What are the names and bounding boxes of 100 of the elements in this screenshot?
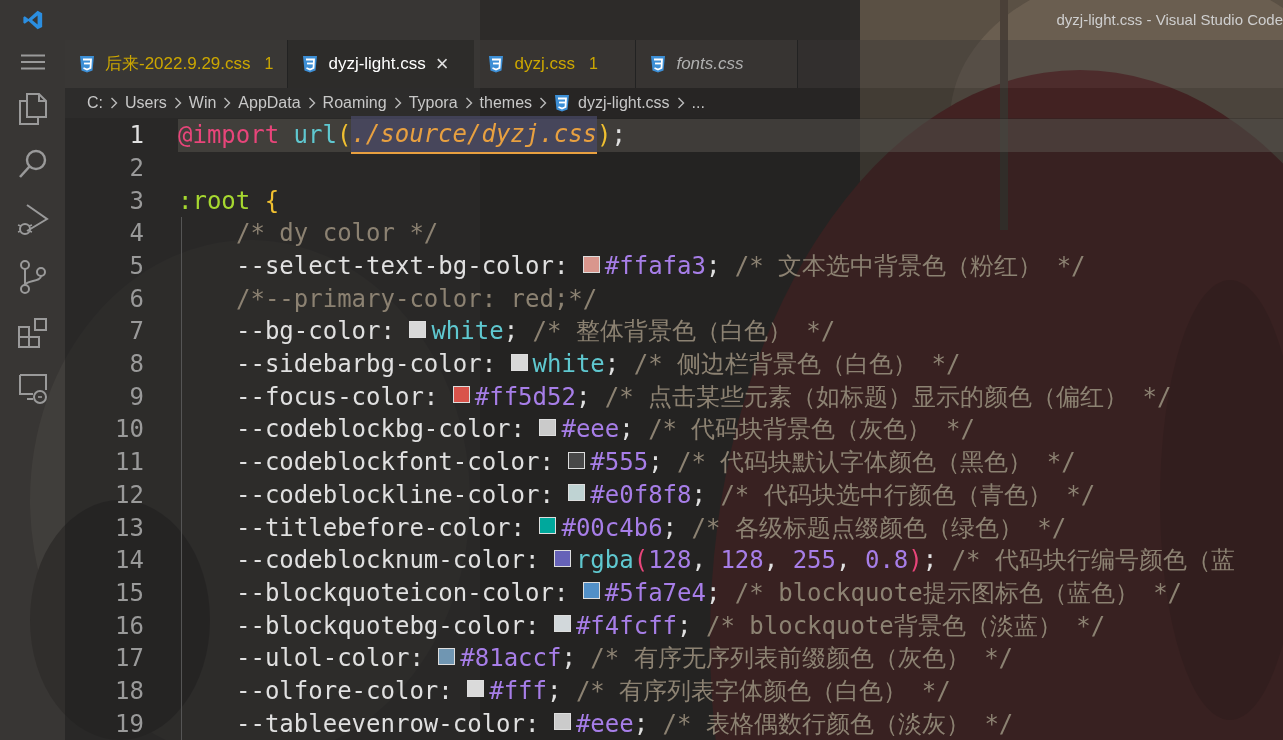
line-number: 5: [128, 251, 144, 283]
code-comment: /* 代码块选中行颜色（青色） */: [720, 479, 1096, 511]
remote-explorer-icon[interactable]: [16, 372, 49, 404]
code-token: 255: [792, 545, 837, 577]
chevron-icon: [223, 96, 232, 109]
code-token: --olfore-color:: [236, 675, 454, 707]
code-token: ): [908, 545, 923, 577]
code-token: url: [293, 120, 337, 152]
breadcrumb-item[interactable]: C:: [87, 90, 103, 115]
code-token: :root: [178, 185, 252, 217]
breadcrumb-item[interactable]: Typora: [408, 90, 458, 115]
css-file-icon: [79, 55, 95, 73]
code-token: #ffafa3: [604, 251, 706, 283]
branch-icon[interactable]: [18, 260, 47, 294]
code-token: 128: [648, 545, 692, 577]
problem-count: 1: [588, 54, 598, 74]
code-token: --blockquoteicon-color:: [236, 577, 570, 609]
code-token: --select-text-bg-color:: [236, 251, 570, 283]
code-comment: /* 侧边栏背景色（白色） */: [633, 349, 961, 381]
code-token: --codeblocknum-color:: [236, 545, 541, 577]
code-token: rgba: [575, 545, 634, 577]
code-token: --codeblockbg-color:: [236, 414, 526, 446]
code-token: 0.8: [864, 545, 909, 577]
line-number: 12: [114, 479, 144, 511]
code-token: #eee: [561, 414, 620, 446]
code-token: ,: [836, 545, 852, 577]
chevron-icon: [676, 96, 685, 109]
code-token: #f4fcff: [575, 610, 678, 642]
line-number: 18: [114, 675, 144, 707]
line-number: 9: [128, 381, 144, 413]
problem-count: 1: [264, 54, 274, 74]
code-token: --focus-color:: [236, 381, 440, 413]
code-comment: /* dy color */: [236, 218, 439, 250]
code-token: #fff: [489, 675, 547, 707]
code-token: #ff5d52: [474, 381, 576, 413]
editor-tab[interactable]: fonts.css: [636, 40, 799, 88]
code-token: ./source/dyzj.css: [351, 116, 598, 155]
breadcrumb-item[interactable]: Roaming: [322, 90, 387, 115]
line-number: 14: [114, 545, 144, 577]
code-token: --titlebefore-color:: [236, 512, 526, 544]
code-comment: /* 文本选中背景色（粉红） */: [734, 251, 1086, 283]
breadcrumb-item[interactable]: ...: [691, 90, 705, 115]
close-tab-button[interactable]: ×: [435, 53, 449, 75]
css-file-icon: [488, 55, 505, 73]
css-file-icon: [554, 93, 571, 112]
code-token: --sidebarbg-color:: [236, 349, 498, 381]
code-token: ;: [922, 545, 939, 577]
files-icon[interactable]: [17, 93, 48, 125]
code-token: ;: [633, 708, 650, 740]
tab-label: 后来-2022.9.29.css: [105, 53, 251, 76]
line-number: 4: [128, 218, 144, 250]
chevron-icon: [393, 96, 402, 109]
code-token: white: [532, 349, 605, 381]
breadcrumb-item[interactable]: themes: [479, 90, 533, 115]
code-comment: /* blockquote提示图标色（蓝色） */: [734, 577, 1183, 609]
code-token: ;: [705, 251, 722, 283]
code-token: ;: [503, 316, 520, 348]
color-swatch[interactable]: [539, 517, 557, 535]
breadcrumb-item[interactable]: Users: [125, 90, 167, 115]
line-number: 8: [128, 349, 144, 381]
code-comment: /* 有序无序列表前缀颜色（灰色） */: [590, 643, 1014, 675]
code-token: ;: [547, 675, 563, 707]
color-swatch[interactable]: [568, 484, 586, 502]
run-debug-icon[interactable]: [16, 203, 49, 237]
code-token: --codeblockfont-color:: [236, 447, 555, 479]
code-comment: /*--primary-color: red;*/: [236, 283, 598, 315]
chevron-icon: [110, 96, 118, 109]
code-comment: /* 表格偶数行颜色（淡灰） */: [662, 708, 1014, 740]
line-number: 7: [128, 316, 144, 348]
code-token: {: [264, 185, 280, 217]
breadcrumb-item[interactable]: Win: [188, 90, 217, 115]
breadcrumb-item[interactable]: dyzj-light.css: [578, 90, 670, 115]
code-comment: /* 代码块背景色（灰色） */: [648, 414, 975, 446]
menu-icon[interactable]: [20, 54, 45, 70]
code-token: ): [597, 120, 612, 152]
code-token: ;: [604, 349, 621, 381]
code-token: #81accf: [460, 643, 562, 675]
css-file-icon: [650, 55, 667, 73]
logo-icon: [21, 9, 44, 31]
code-comment: /* blockquote背景色（淡蓝） */: [705, 610, 1106, 642]
code-comment: /* 整体背景色（白色） */: [532, 316, 836, 348]
tab-label: dyzj-light.css: [328, 53, 426, 76]
code-token: --ulol-color:: [236, 643, 425, 675]
code-token: (: [633, 545, 649, 577]
code-token: ;: [648, 447, 664, 479]
code-token: ;: [662, 512, 679, 544]
editor-tab[interactable]: dyzj-light.css ×: [288, 40, 475, 88]
code-token: ;: [575, 381, 592, 413]
extensions-icon[interactable]: [16, 317, 49, 349]
chevron-icon: [539, 96, 548, 109]
code-token: ;: [691, 479, 707, 511]
code-token: 128: [720, 545, 764, 577]
code-token: --codeblockline-color:: [236, 479, 555, 511]
line-number: 3: [128, 185, 144, 217]
line-number: 2: [128, 152, 144, 184]
code-comment: /* 代码块默认字体颜色（黑色） */: [677, 447, 1076, 479]
search-icon[interactable]: [17, 148, 48, 180]
color-swatch[interactable]: [467, 680, 485, 698]
code-token: ,: [763, 545, 780, 577]
breadcrumb-item[interactable]: AppData: [238, 90, 301, 115]
